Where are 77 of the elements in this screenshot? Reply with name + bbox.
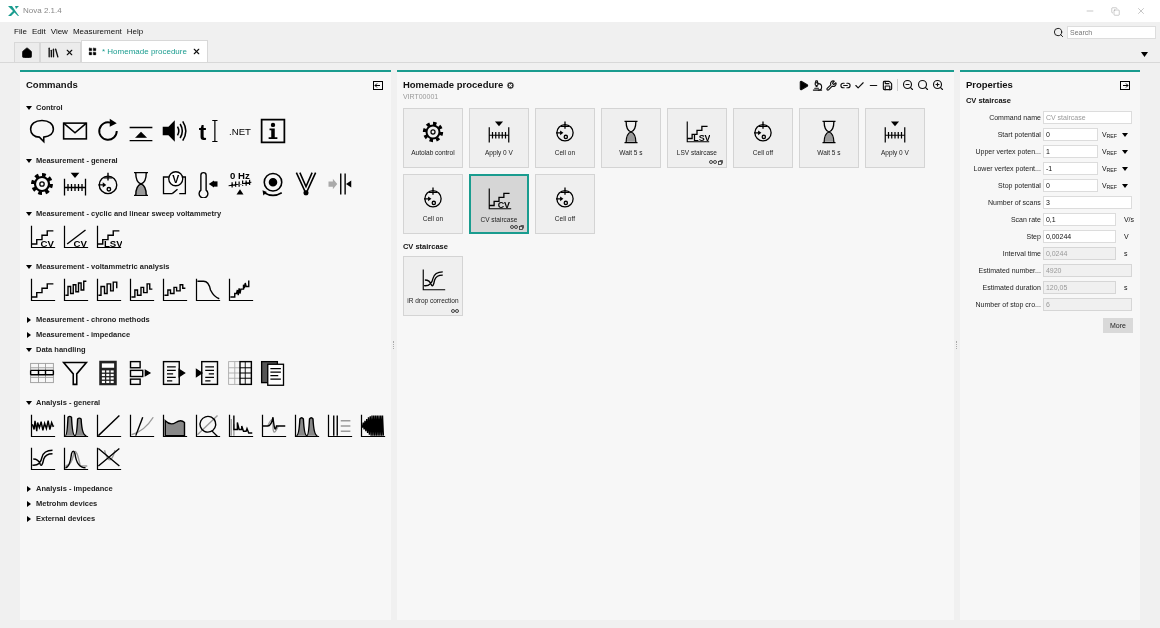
collapsed-caret-icon[interactable] — [26, 316, 32, 323]
noisy-step-plot-icon — [226, 276, 254, 304]
zoom-out-icon[interactable] — [901, 79, 914, 91]
collapsed-caret-icon[interactable] — [26, 331, 32, 338]
grid-icon — [88, 47, 97, 56]
menu-item[interactable]: View — [50, 27, 68, 37]
app-logo-icon — [8, 6, 19, 16]
expanded-caret-icon[interactable] — [26, 263, 32, 270]
collapse-panel-icon[interactable] — [1120, 80, 1130, 90]
wrench-icon[interactable] — [825, 79, 837, 91]
vertical-lines-plot-icon — [325, 412, 353, 440]
tab-label: * Homemade procedure — [102, 45, 187, 58]
window-title: Nova 2.1.4 — [23, 5, 62, 17]
loop-plot-icon — [28, 445, 56, 473]
dropdown-caret-icon[interactable] — [1141, 52, 1148, 57]
panel-title: Commands — [26, 77, 78, 92]
stair-pulse-plot-icon — [127, 276, 155, 304]
step-plot-icon — [28, 276, 56, 304]
small-pulse-plot-icon — [160, 276, 188, 304]
text-label-icon: .NET — [226, 117, 254, 145]
menu-item[interactable]: Measurement — [72, 27, 122, 37]
menu-item[interactable]: Edit — [31, 27, 46, 37]
document-arrow-in-icon — [193, 359, 221, 387]
funnel-icon — [61, 359, 89, 387]
peaks-plot-icon — [61, 412, 89, 440]
tick-ruler-icon — [61, 170, 89, 198]
decay-plot-icon — [193, 276, 221, 304]
filled-plot-icon — [160, 412, 188, 440]
collapsed-caret-icon[interactable] — [26, 485, 32, 492]
collapse-panel-icon[interactable] — [373, 80, 383, 90]
noise-plot-icon — [28, 412, 56, 440]
expanded-caret-icon[interactable] — [26, 210, 32, 217]
wave-plot-icon — [259, 412, 287, 440]
check-icon[interactable] — [853, 79, 865, 91]
diagonal-plot-icon — [94, 412, 122, 440]
procedure-title: Homemade procedure — [402, 77, 504, 92]
dense-wave-plot-icon — [358, 412, 386, 440]
microscope-icon[interactable] — [811, 79, 823, 91]
close-icon[interactable] — [65, 48, 74, 57]
cross-plot-icon — [94, 445, 122, 473]
dropdown-caret-icon[interactable] — [1122, 132, 1129, 137]
expanded-caret-icon[interactable] — [26, 104, 32, 111]
close-icon[interactable] — [191, 47, 201, 56]
panel-title: Properties — [965, 77, 1013, 92]
grid-icon — [226, 359, 254, 387]
pulse-plot-icon — [61, 276, 89, 304]
expanded-caret-icon[interactable] — [26, 399, 32, 406]
search-icon[interactable] — [1053, 26, 1064, 38]
dropdown-caret-icon[interactable] — [1122, 149, 1129, 154]
document-arrow-out-icon — [160, 359, 188, 387]
tab[interactable] — [14, 42, 40, 62]
peak-plot-icon — [61, 445, 89, 473]
magnifier-plot-icon — [193, 412, 221, 440]
steep-line-plot-icon — [127, 412, 155, 440]
menu-item[interactable]: Help — [126, 27, 144, 37]
home-icon — [21, 46, 33, 59]
documents-icon — [259, 359, 287, 387]
info-icon — [259, 117, 287, 145]
gear-icon — [28, 170, 56, 198]
search-icon[interactable] — [916, 79, 929, 91]
dropdown-caret-icon[interactable] — [1122, 183, 1129, 188]
tab[interactable]: * Homemade procedure — [81, 40, 208, 62]
dropdown-caret-icon[interactable] — [1122, 166, 1129, 171]
books-icon — [47, 46, 60, 59]
twin-peaks-plot-icon — [292, 412, 320, 440]
decay-spikes-plot-icon — [226, 412, 254, 440]
play-icon[interactable] — [797, 79, 809, 91]
menu-item[interactable]: File — [14, 27, 27, 37]
tab[interactable] — [40, 42, 81, 62]
square-wave-plot-icon — [94, 276, 122, 304]
collapsed-caret-icon[interactable] — [26, 515, 32, 522]
expanded-caret-icon[interactable] — [26, 346, 32, 353]
speech-bubble-icon — [28, 117, 56, 145]
zoom-in-icon[interactable] — [931, 79, 944, 91]
collapsed-caret-icon[interactable] — [26, 500, 32, 507]
expanded-caret-icon[interactable] — [26, 157, 32, 164]
save-icon[interactable] — [881, 79, 893, 91]
